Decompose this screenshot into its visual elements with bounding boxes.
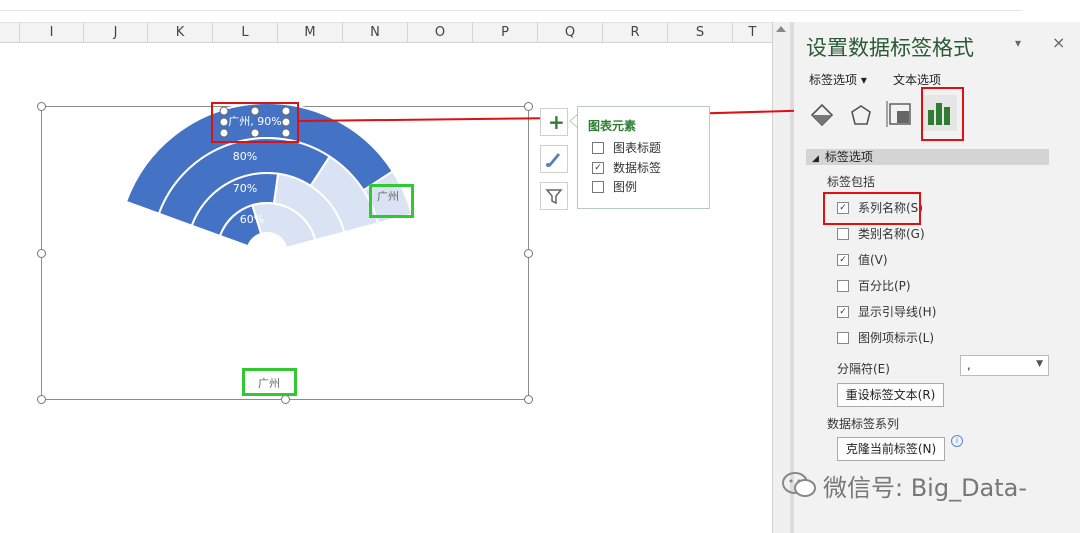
checkbox[interactable] bbox=[837, 227, 849, 240]
leader-lines-option[interactable]: ✓ 显示引导线(H) bbox=[837, 304, 936, 320]
legend-key-option[interactable]: 图例项标示(L) bbox=[837, 330, 934, 346]
chart-styles-button[interactable] bbox=[540, 145, 568, 173]
pane-title: 设置数据标签格式 bbox=[806, 36, 974, 60]
chart-title-option-label: 图表标题 bbox=[613, 141, 662, 155]
checkbox[interactable] bbox=[592, 180, 604, 193]
plus-icon: + bbox=[548, 110, 565, 134]
chart-label-ring2[interactable]: 80% bbox=[233, 150, 257, 163]
value-option[interactable]: ✓ 值(V) bbox=[837, 252, 888, 268]
effects-pentagon-icon[interactable] bbox=[844, 98, 878, 132]
checkbox-checked[interactable]: ✓ bbox=[592, 161, 604, 174]
percentage-label: 百分比(P) bbox=[858, 279, 911, 293]
checkbox[interactable] bbox=[837, 279, 849, 292]
annotation-highlight-box bbox=[921, 87, 964, 141]
chart-elements-title: 图表元素 bbox=[588, 119, 637, 133]
data-labels-option[interactable]: ✓ 数据标签 bbox=[592, 160, 661, 176]
format-data-labels-pane: 设置数据标签格式 ▾ × 标签选项 ▾ 文本选项 ◢ 标签选项 标签包括 ✓ 系列名… bbox=[794, 22, 1080, 533]
chart-label-ring4[interactable]: 60% bbox=[240, 213, 264, 226]
separator-select[interactable]: , ▼ bbox=[960, 355, 1049, 376]
funnel-icon bbox=[545, 189, 563, 205]
section-title: 标签选项 bbox=[824, 150, 873, 164]
annotation-highlight-box bbox=[242, 368, 297, 396]
brush-icon bbox=[546, 153, 560, 167]
annotation-highlight-box bbox=[211, 102, 299, 143]
checkbox-checked[interactable]: ✓ bbox=[837, 253, 849, 266]
reset-label-text-button[interactable]: 重设标签文本(R) bbox=[837, 383, 944, 407]
annotation-highlight-box bbox=[369, 184, 414, 218]
label-contains-heading: 标签包括 bbox=[827, 175, 876, 189]
section-header-label-options[interactable]: ◢ 标签选项 bbox=[806, 149, 1049, 165]
wechat-icon bbox=[782, 472, 816, 497]
fill-line-icon[interactable] bbox=[806, 98, 840, 132]
checkbox[interactable] bbox=[837, 331, 849, 344]
legend-option-label: 图例 bbox=[613, 180, 638, 194]
chart-elements-panel: 图表元素 图表标题 ✓ 数据标签 图例 bbox=[577, 106, 710, 209]
separator-value: , bbox=[967, 358, 971, 372]
category-name-option[interactable]: 类别名称(G) bbox=[837, 226, 925, 242]
category-name-label: 类别名称(G) bbox=[858, 227, 925, 241]
tab-label-options[interactable]: 标签选项 ▾ bbox=[809, 71, 867, 88]
checkbox-checked[interactable]: ✓ bbox=[837, 305, 849, 318]
data-labels-option-label: 数据标签 bbox=[613, 161, 662, 175]
value-label: 值(V) bbox=[858, 253, 888, 267]
legend-option[interactable]: 图例 bbox=[592, 179, 637, 195]
chart-label-ring3[interactable]: 70% bbox=[233, 182, 257, 195]
pane-options-chevron-icon[interactable]: ▾ bbox=[1015, 36, 1021, 50]
legend-key-label: 图例项标示(L) bbox=[858, 331, 935, 345]
annotation-arrow bbox=[297, 110, 567, 127]
chevron-down-icon: ▼ bbox=[1036, 359, 1043, 369]
leader-lines-label: 显示引导线(H) bbox=[858, 305, 937, 319]
chart-elements-button[interactable]: + bbox=[540, 108, 568, 136]
data-label-series-heading: 数据标签系列 bbox=[827, 417, 900, 431]
percentage-option[interactable]: 百分比(P) bbox=[837, 278, 911, 294]
size-properties-icon[interactable] bbox=[884, 98, 918, 132]
chart-title-option[interactable]: 图表标题 bbox=[592, 140, 661, 156]
collapse-triangle-icon: ◢ bbox=[812, 154, 819, 164]
watermark-text: 微信号: Big_Data- bbox=[823, 474, 1028, 502]
info-icon[interactable]: i bbox=[951, 435, 963, 447]
tab-text-options[interactable]: 文本选项 bbox=[893, 71, 941, 88]
checkbox[interactable] bbox=[592, 141, 604, 154]
close-icon[interactable]: × bbox=[1052, 33, 1065, 52]
separator-label: 分隔符(E) bbox=[837, 362, 890, 376]
clone-current-label-button[interactable]: 克隆当前标签(N) bbox=[837, 437, 945, 461]
annotation-highlight-box bbox=[823, 192, 921, 225]
chart-filters-button[interactable] bbox=[540, 182, 568, 210]
